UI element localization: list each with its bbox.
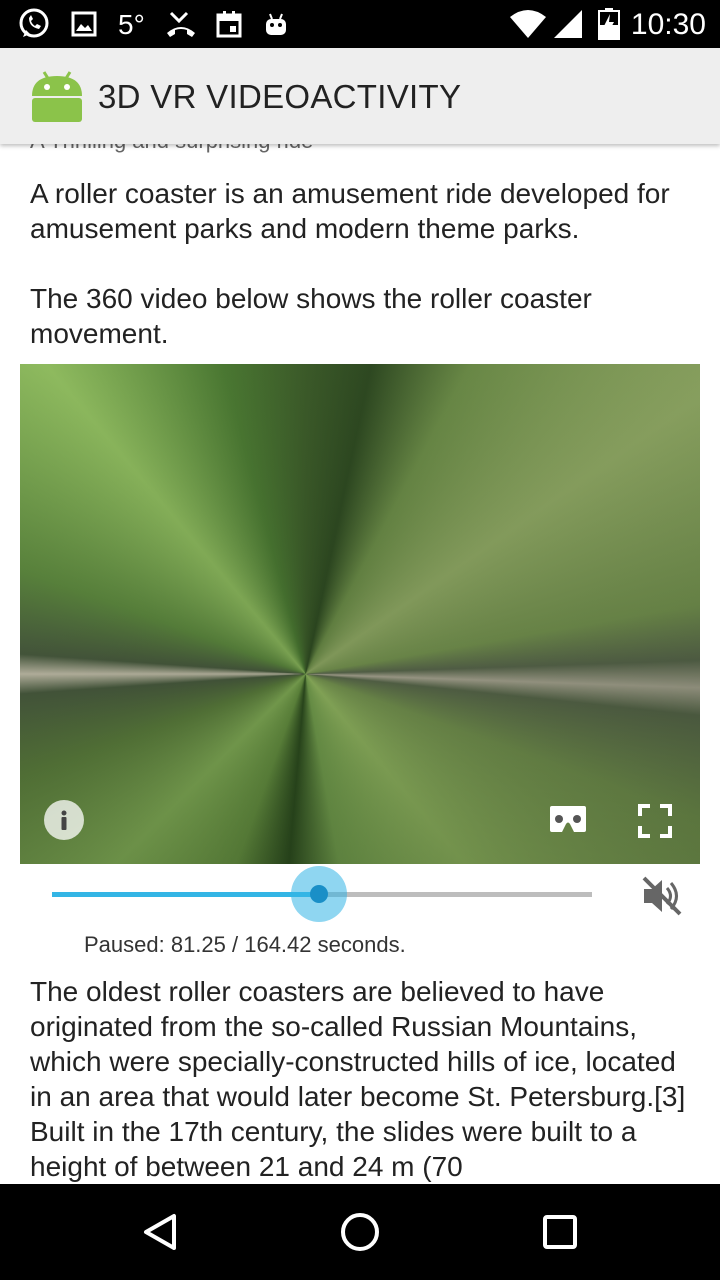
wifi-icon (508, 8, 548, 40)
app-title: 3D VR VIDEOACTIVITY (98, 78, 462, 115)
recents-icon[interactable] (538, 1210, 582, 1254)
temperature-text: 5° (118, 9, 145, 40)
status-bar: 5° 10:30 (0, 0, 720, 48)
partial-heading: A Thrilling and surprising ride (30, 144, 313, 154)
android-icon (262, 8, 290, 40)
missed-call-icon (164, 8, 198, 40)
playback-status: Paused: 81.25 / 164.42 seconds. (84, 932, 406, 957)
cardboard-vr-icon[interactable] (548, 804, 588, 836)
seek-bar[interactable] (52, 866, 592, 922)
whatsapp-icon (16, 8, 52, 40)
home-icon[interactable] (338, 1210, 382, 1254)
content-scroll-area[interactable]: A Thrilling and surprising ride A roller… (0, 144, 720, 1184)
image-icon (70, 8, 98, 40)
fullscreen-icon[interactable] (638, 804, 672, 838)
info-icon[interactable] (44, 800, 84, 840)
calendar-icon (214, 8, 244, 40)
seek-thumb[interactable] (309, 885, 328, 903)
back-icon[interactable] (138, 1210, 182, 1254)
navigation-bar (0, 1184, 720, 1280)
seek-progress (52, 892, 319, 897)
android-icon (28, 68, 86, 124)
action-bar: 3D VR VIDEOACTIVITY (0, 48, 720, 144)
video-intro-paragraph: The 360 video below shows the roller coa… (30, 283, 592, 349)
volume-off-icon[interactable] (640, 874, 684, 918)
battery-icon (596, 8, 622, 40)
clock: 10:30 (630, 8, 706, 41)
history-paragraph: The oldest roller coasters are believed … (30, 976, 686, 1182)
intro-paragraph: A roller coaster is an amusement ride de… (30, 178, 670, 244)
vr-video-view[interactable] (20, 364, 700, 864)
cell-signal-icon (552, 8, 584, 40)
